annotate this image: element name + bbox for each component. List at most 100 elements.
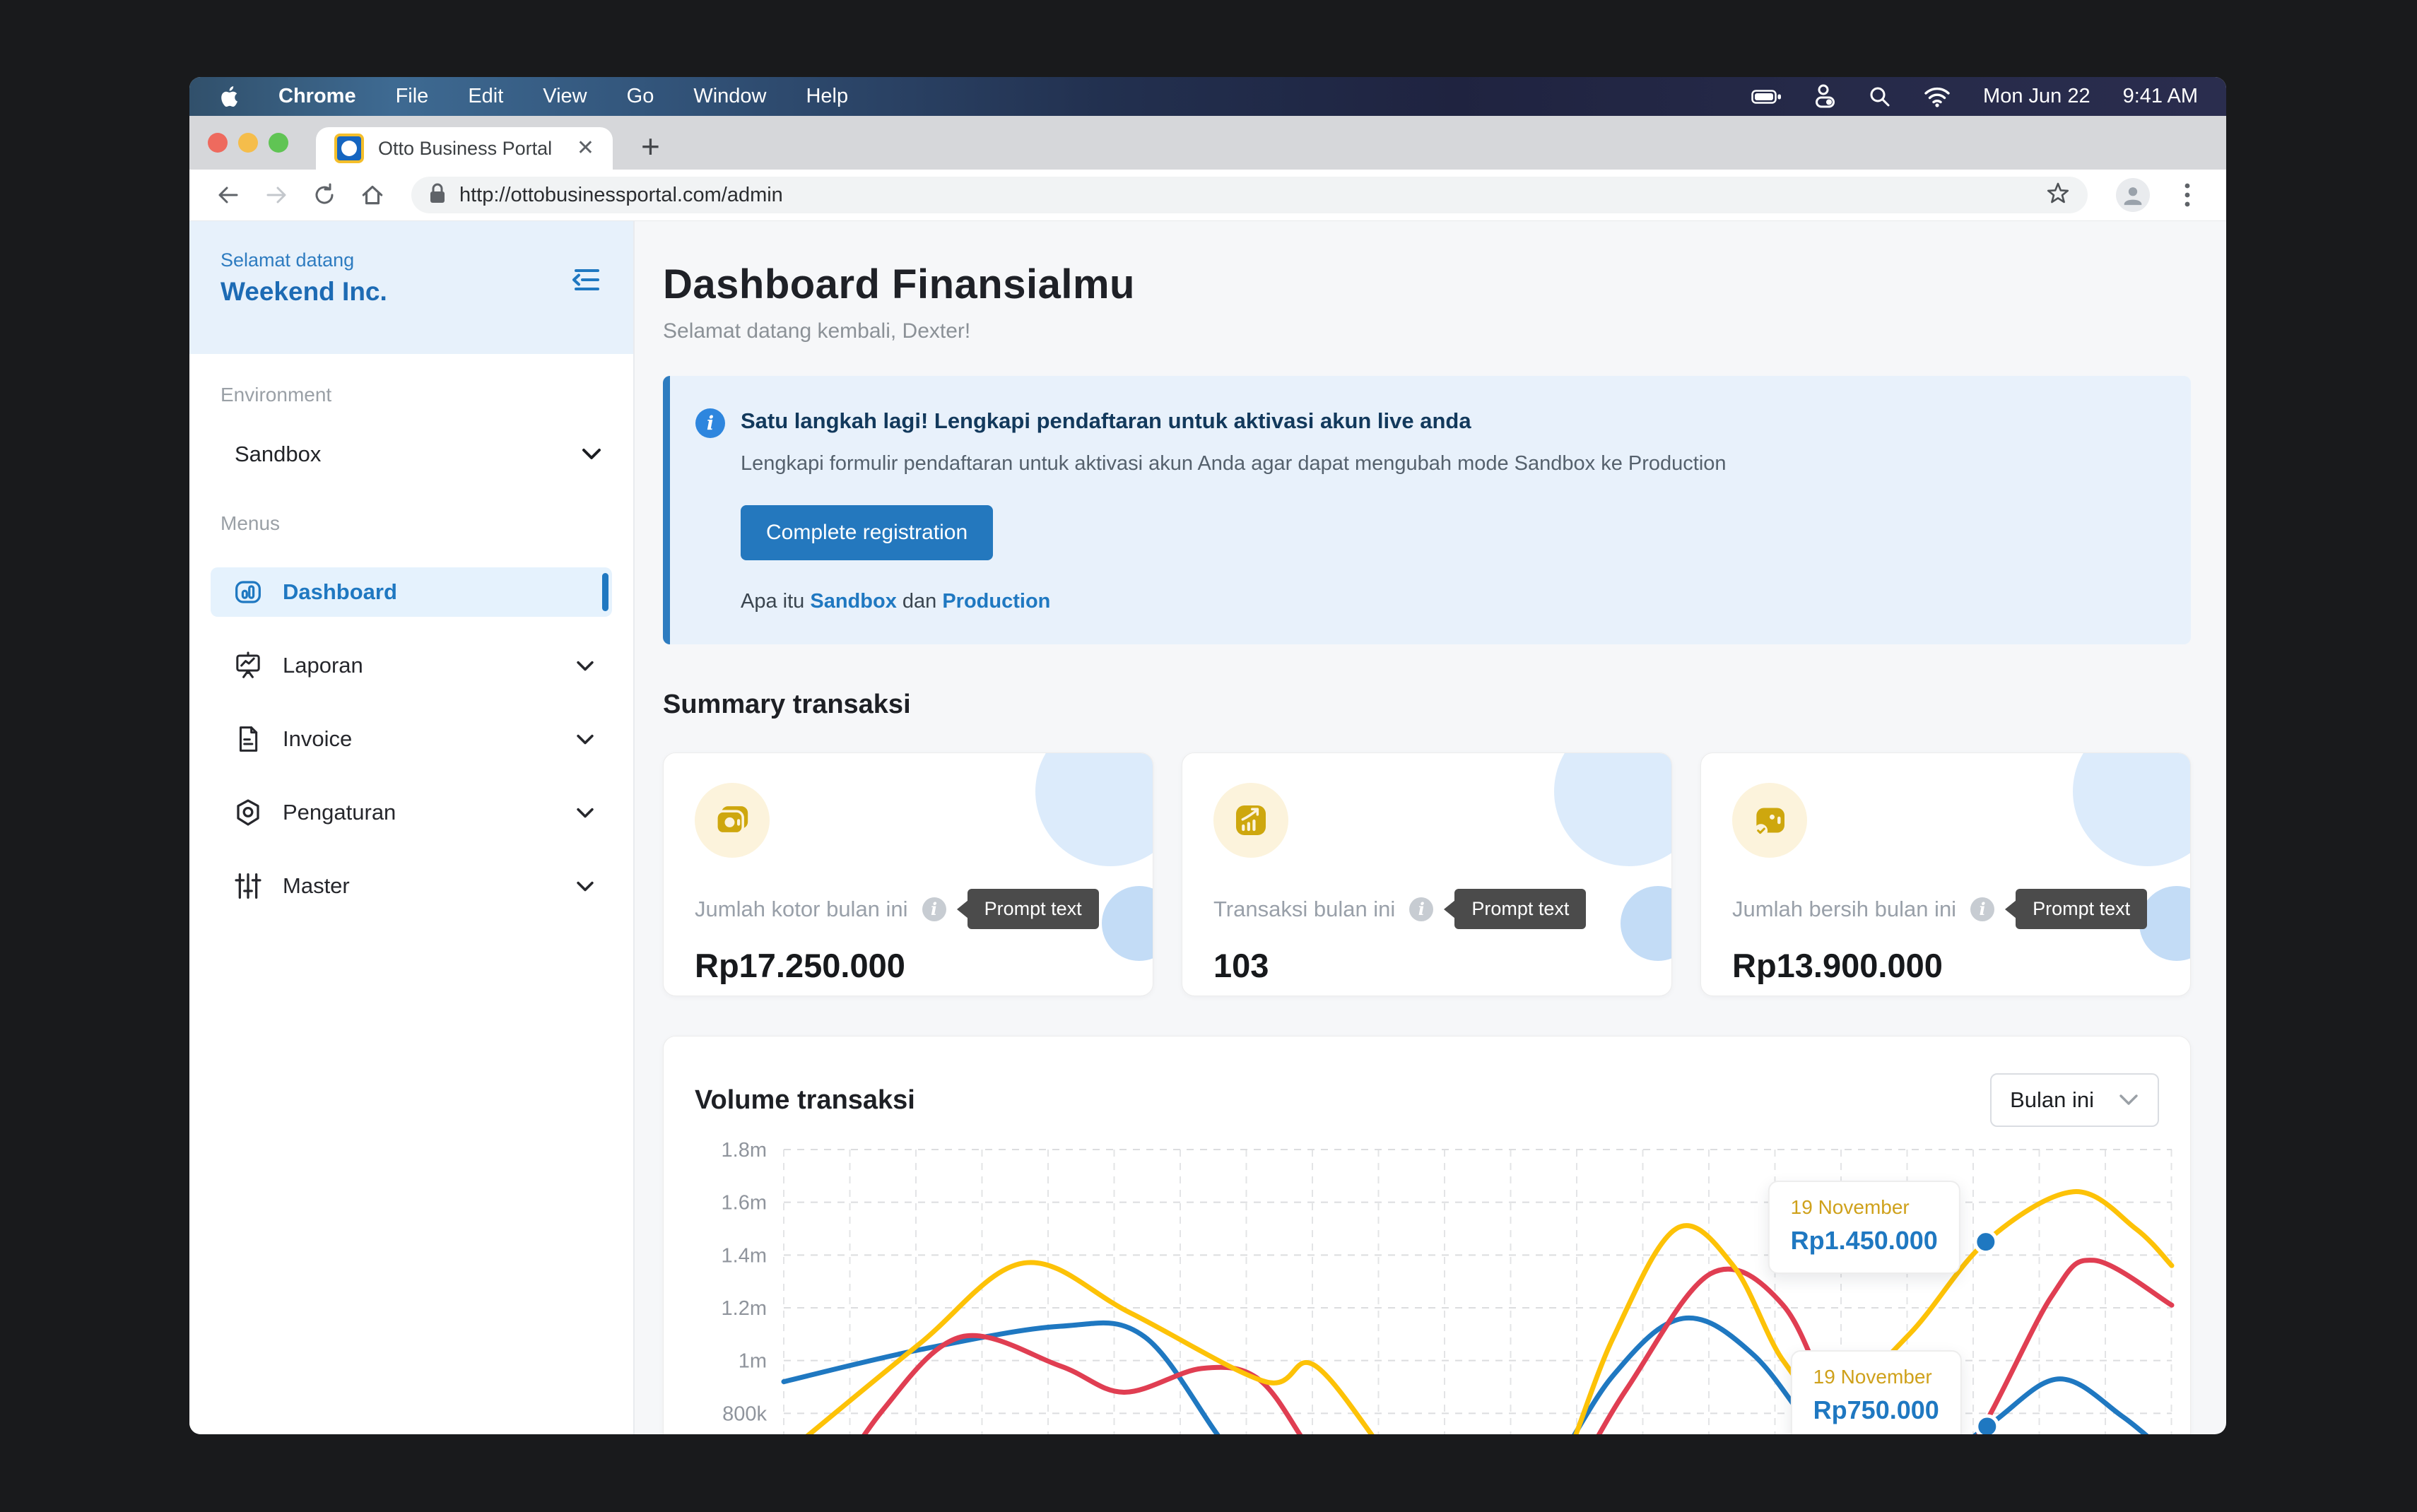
- sidebar-item-label: Pengaturan: [283, 800, 396, 825]
- chevron-down-icon: [575, 800, 595, 825]
- browser-toolbar: http://ottobusinessportal.com/admin: [189, 170, 2226, 221]
- menu-item-help[interactable]: Help: [806, 85, 848, 108]
- back-icon[interactable]: [208, 175, 249, 215]
- lock-icon[interactable]: [428, 182, 447, 208]
- wifi-icon[interactable]: [1924, 86, 1951, 107]
- sidebar: Selamat datang Weekend Inc. Environment …: [189, 221, 635, 1434]
- browser-tab[interactable]: Otto Business Portal ✕: [316, 127, 613, 170]
- menu-item-chrome[interactable]: Chrome: [278, 85, 356, 108]
- sidebar-item-dashboard[interactable]: Dashboard: [211, 567, 612, 617]
- period-dropdown[interactable]: Bulan ini: [1990, 1073, 2159, 1127]
- card-label: Jumlah kotor bulan ini: [695, 897, 908, 922]
- window-controls: [208, 133, 288, 153]
- environment-value: Sandbox: [235, 442, 321, 467]
- card-gross-amount: Jumlah kotor bulan ini i Prompt text Rp1…: [663, 752, 1153, 996]
- profile-avatar[interactable]: [2116, 178, 2150, 212]
- svg-text:1.8m: 1.8m: [722, 1139, 767, 1162]
- welcome-label: Selamat datang: [220, 249, 601, 271]
- menu-item-edit[interactable]: Edit: [468, 85, 503, 108]
- tooltip: Prompt text: [968, 889, 1099, 929]
- menu-item-window[interactable]: Window: [693, 85, 766, 108]
- svg-text:800k: 800k: [722, 1402, 767, 1425]
- tab-title: Otto Business Portal: [378, 138, 552, 160]
- menu-bar-time[interactable]: 9:41 AM: [2123, 85, 2198, 108]
- menus-label: Menus: [189, 512, 633, 535]
- kebab-menu-icon[interactable]: [2167, 175, 2208, 215]
- sliders-icon: [233, 871, 263, 901]
- home-icon[interactable]: [352, 175, 393, 215]
- chart-up-icon: [1213, 783, 1288, 858]
- screen: Chrome File Edit View Go Window Help Mon…: [189, 77, 2226, 1434]
- close-window-button[interactable]: [208, 133, 228, 153]
- url-text[interactable]: http://ottobusinessportal.com/admin: [459, 184, 2033, 207]
- bookmark-star-icon[interactable]: [2045, 181, 2071, 210]
- sidebar-item-invoice[interactable]: Invoice: [211, 714, 612, 764]
- apple-icon[interactable]: [218, 85, 239, 109]
- battery-icon[interactable]: [1751, 89, 1782, 105]
- card-value: Rp13.900.000: [1732, 946, 2159, 985]
- banner-footer-mid: dan: [902, 590, 936, 613]
- otto-favicon: [334, 134, 364, 163]
- svg-text:1.4m: 1.4m: [722, 1244, 767, 1267]
- complete-registration-button[interactable]: Complete registration: [741, 505, 993, 560]
- address-bar[interactable]: http://ottobusinessportal.com/admin: [411, 177, 2088, 213]
- tooltip-date: 19 November: [1791, 1196, 1938, 1219]
- production-link[interactable]: Production: [942, 590, 1050, 613]
- chevron-down-icon: [575, 873, 595, 899]
- sidebar-item-label: Dashboard: [283, 579, 397, 605]
- chevron-down-icon: [581, 442, 602, 467]
- collapse-sidebar-icon[interactable]: [570, 265, 602, 298]
- reload-icon[interactable]: [304, 175, 345, 215]
- page-title: Dashboard Finansialmu: [663, 261, 2191, 308]
- wallet-check-icon: [1732, 783, 1807, 858]
- menu-item-view[interactable]: View: [543, 85, 587, 108]
- environment-select[interactable]: Sandbox: [235, 442, 602, 467]
- main-content: Dashboard Finansialmu Selamat datang kem…: [635, 221, 2226, 1434]
- sandbox-link[interactable]: Sandbox: [810, 590, 896, 613]
- registration-banner: i Satu langkah lagi! Lengkapi pendaftara…: [663, 376, 2191, 644]
- info-icon[interactable]: i: [1970, 897, 1994, 921]
- settings-icon: [233, 798, 263, 827]
- banner-accent-bar: [663, 376, 670, 644]
- banner-footer-prefix: Apa itu: [741, 590, 804, 613]
- zoom-window-button[interactable]: [269, 133, 288, 153]
- forward-icon[interactable]: [256, 175, 297, 215]
- card-label: Transaksi bulan ini: [1213, 897, 1395, 922]
- sidebar-item-label: Invoice: [283, 726, 352, 752]
- new-tab-button[interactable]: +: [641, 130, 660, 163]
- card-value: 103: [1213, 946, 1640, 985]
- decorative-circle: [1554, 752, 1672, 866]
- search-icon[interactable]: [1869, 85, 1891, 108]
- sidebar-item-pengaturan[interactable]: Pengaturan: [211, 788, 612, 837]
- chevron-down-icon: [575, 653, 595, 678]
- sidebar-item-laporan[interactable]: Laporan: [211, 641, 612, 690]
- sidebar-item-label: Master: [283, 873, 350, 899]
- card-net-amount: Jumlah bersih bulan ini i Prompt text Rp…: [1700, 752, 2191, 996]
- chart-tooltip-0: 19 November Rp1.450.000: [1768, 1181, 1960, 1274]
- menu-item-file[interactable]: File: [396, 85, 429, 108]
- svg-text:1.6m: 1.6m: [722, 1192, 767, 1215]
- sidebar-item-master[interactable]: Master: [211, 861, 612, 911]
- sidebar-item-label: Laporan: [283, 653, 363, 678]
- tooltip-date: 19 November: [1813, 1366, 1939, 1388]
- info-icon: i: [695, 408, 725, 438]
- menu-bar-date[interactable]: Mon Jun 22: [1983, 85, 2090, 108]
- chevron-down-icon: [2118, 1087, 2139, 1113]
- report-icon: [233, 651, 263, 680]
- info-icon[interactable]: i: [1409, 897, 1433, 921]
- summary-heading: Summary transaksi: [663, 690, 2191, 720]
- user-switch-icon[interactable]: [1815, 84, 1836, 110]
- menu-item-go[interactable]: Go: [627, 85, 654, 108]
- active-indicator: [602, 573, 608, 611]
- banner-body: Lengkapi formulir pendaftaran untuk akti…: [741, 452, 2163, 476]
- summary-cards: Jumlah kotor bulan ini i Prompt text Rp1…: [663, 752, 2191, 996]
- macos-menu-bar: Chrome File Edit View Go Window Help Mon…: [189, 77, 2226, 116]
- volume-chart-svg: 1.8m1.6m1.4m1.2m1m800k600k: [664, 1135, 2192, 1434]
- chart-title: Volume transaksi: [695, 1085, 915, 1116]
- card-label: Jumlah bersih bulan ini: [1732, 897, 1956, 922]
- minimize-window-button[interactable]: [238, 133, 258, 153]
- info-icon[interactable]: i: [922, 897, 946, 921]
- decorative-circle: [1035, 752, 1153, 866]
- sidebar-header: Selamat datang Weekend Inc.: [189, 221, 633, 354]
- close-tab-icon[interactable]: ✕: [577, 138, 594, 159]
